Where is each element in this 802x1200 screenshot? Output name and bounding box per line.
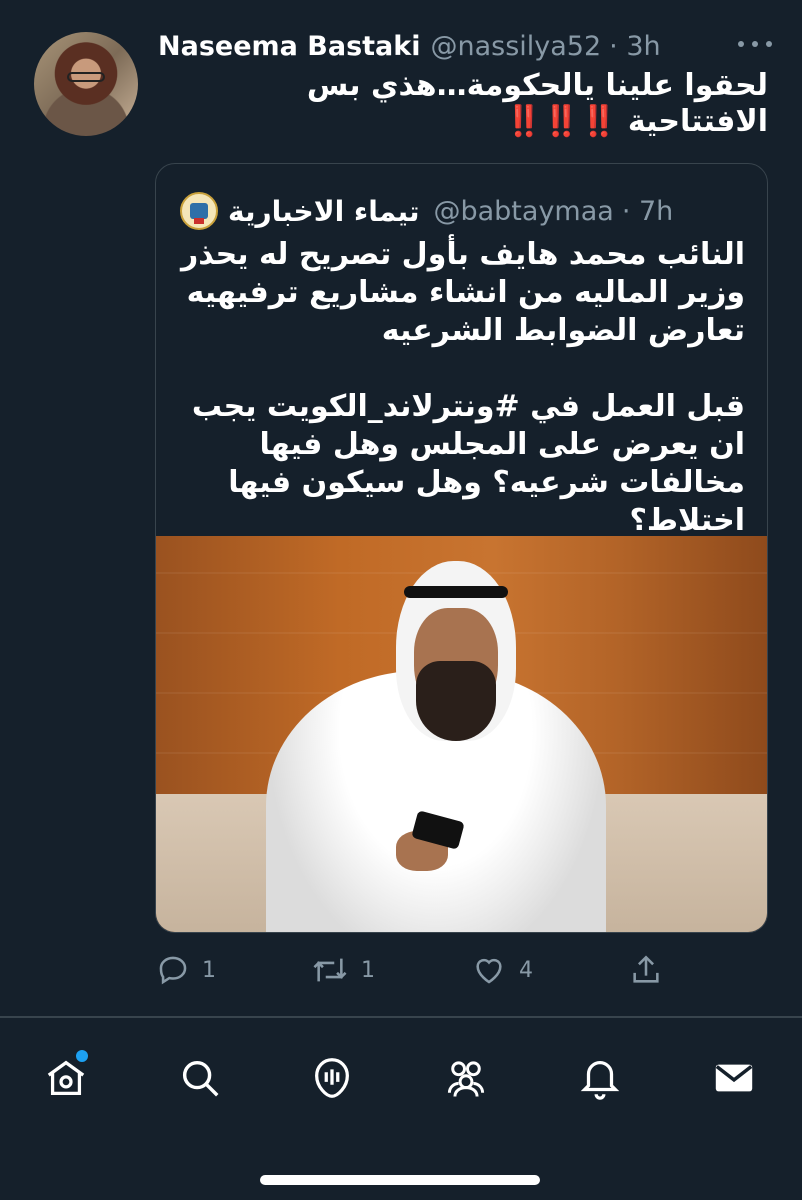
quoted-avatar	[180, 192, 218, 230]
like-button[interactable]: 4	[471, 948, 533, 992]
retweet-button[interactable]: 1	[311, 948, 375, 992]
tab-notifications[interactable]	[570, 1048, 630, 1112]
search-icon	[177, 1055, 223, 1105]
double-exclamation-icon: ‼️‼️‼️	[505, 104, 618, 139]
quoted-time: · 7h	[621, 195, 674, 227]
communities-icon	[442, 1055, 490, 1105]
tweet-text-line: لحقوا علينا يالحكومة…هذي بس	[306, 68, 768, 103]
heart-icon	[471, 953, 507, 987]
home-notification-dot	[76, 1050, 88, 1062]
quoted-paragraph: قبل العمل في #ونترلاند_الكويت يجب ان يعر…	[191, 389, 745, 538]
quoted-author-handle: @babtaymaa	[433, 195, 614, 227]
tweet-time[interactable]: · 3h	[609, 31, 660, 62]
home-icon	[43, 1055, 89, 1105]
author-name[interactable]: Naseema Bastaki	[158, 31, 420, 62]
bottom-tab-bar	[0, 1048, 802, 1118]
more-icon[interactable]	[738, 32, 772, 56]
tweet-text-word: الافتتاحية	[627, 104, 768, 139]
share-button[interactable]	[629, 948, 663, 992]
reply-icon	[156, 953, 190, 987]
like-count: 4	[519, 957, 533, 983]
tweet-header: Naseema Bastaki @nassilya52 · 3h	[158, 28, 772, 64]
tab-search[interactable]	[170, 1048, 230, 1112]
tweet-actions: 1 1 4	[156, 948, 676, 992]
tweet-text: لحقوا علينا يالحكومة…هذي بس الافتتاحية ‼…	[158, 68, 768, 140]
quoted-header: تيماء الاخبارية @babtaymaa · 7h	[180, 192, 747, 230]
home-indicator[interactable]	[260, 1175, 540, 1185]
author-avatar[interactable]	[34, 32, 138, 136]
share-icon	[629, 953, 663, 987]
bell-icon	[577, 1055, 623, 1105]
quoted-author-name: تيماء الاخبارية	[228, 194, 420, 228]
tab-spaces[interactable]	[302, 1048, 362, 1112]
avatar-glasses	[67, 72, 105, 82]
quoted-tweet[interactable]: تيماء الاخبارية @babtaymaa · 7h النائب م…	[155, 163, 768, 933]
reply-count: 1	[202, 957, 216, 983]
tabbar-divider	[0, 1016, 802, 1018]
tab-home[interactable]	[36, 1048, 96, 1112]
quoted-paragraph: النائب محمد هايف بأول تصريح له يحذر وزير…	[181, 237, 745, 348]
quoted-text: النائب محمد هايف بأول تصريح له يحذر وزير…	[178, 236, 745, 540]
mail-icon	[711, 1055, 757, 1105]
quoted-media-image[interactable]	[156, 536, 767, 932]
tab-communities[interactable]	[436, 1048, 496, 1112]
tab-messages[interactable]	[704, 1048, 764, 1112]
spaces-icon	[309, 1055, 355, 1105]
retweet-icon	[311, 953, 349, 987]
tweet-text-line: الافتتاحية ‼️‼️‼️	[158, 104, 768, 140]
retweet-count: 1	[361, 957, 375, 983]
reply-button[interactable]: 1	[156, 948, 216, 992]
author-handle[interactable]: @nassilya52	[430, 31, 601, 62]
